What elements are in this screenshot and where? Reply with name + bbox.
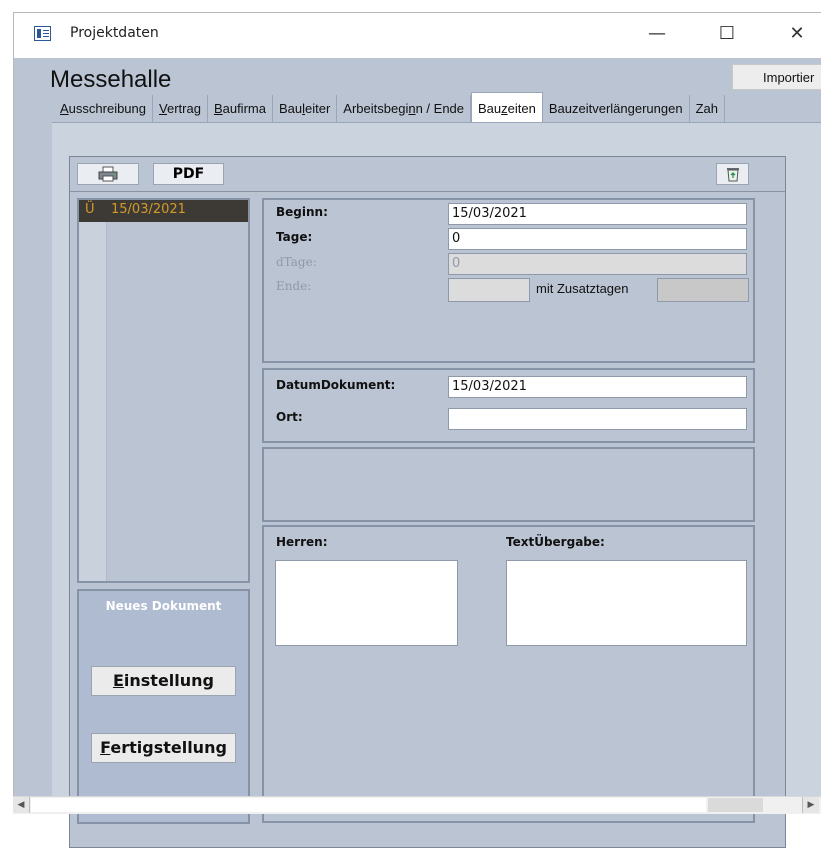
document-section: DatumDokument: 15/03/2021 Ort:: [262, 368, 755, 443]
days-label: Tage:: [276, 230, 313, 244]
tab-zah[interactable]: Zah: [690, 95, 725, 123]
begin-field[interactable]: 15/03/2021: [448, 203, 747, 225]
settings-button[interactable]: Einstellung: [91, 666, 236, 696]
handover-field[interactable]: [506, 560, 747, 646]
tab-vertrag[interactable]: Vertrag: [153, 95, 208, 123]
scroll-left-arrow-icon[interactable]: ◀: [13, 797, 30, 813]
record-marker: Ü: [85, 202, 95, 217]
form-content: Messehalle Importier Ausschreibung Vertr…: [14, 58, 821, 848]
end-label: Ende:: [276, 279, 312, 293]
pdf-button[interactable]: PDF: [153, 163, 224, 185]
tab-panel-bauzeiten: PDF Ü 15/03/2021 Neues Dokument Einstell…: [52, 122, 821, 848]
extra-days-label: mit Zusatztagen: [536, 281, 629, 296]
application-window: Projektdaten — ☐ ✕ Messehalle Importier …: [13, 12, 821, 848]
record-selector-column[interactable]: [79, 200, 107, 581]
scroll-thumb[interactable]: [708, 798, 763, 812]
tab-bar: Ausschreibung Vertrag Baufirma Bauleiter…: [54, 92, 725, 123]
list-item[interactable]: Ü 15/03/2021: [79, 200, 248, 222]
import-button[interactable]: Importier: [732, 64, 821, 90]
close-button[interactable]: ✕: [774, 19, 820, 49]
scroll-right-arrow-icon[interactable]: ▶: [802, 797, 819, 813]
horizontal-scrollbar[interactable]: ◀ ▶: [13, 796, 821, 814]
minimize-button[interactable]: —: [634, 19, 680, 49]
scroll-track[interactable]: [31, 798, 706, 812]
finish-button[interactable]: Fertigstellung: [91, 733, 236, 763]
document-date-label: DatumDokument:: [276, 378, 396, 392]
subform: PDF Ü 15/03/2021 Neues Dokument Einstell…: [69, 156, 786, 848]
dtage-label: dTage:: [276, 255, 317, 269]
new-document-label: Neues Dokument: [105, 599, 222, 613]
text-section: Herren: TextÜbergabe:: [262, 525, 755, 823]
title-bar: Projektdaten — ☐ ✕: [14, 13, 821, 58]
place-label: Ort:: [276, 410, 303, 424]
herren-field[interactable]: [275, 560, 458, 646]
document-actions-panel: Neues Dokument Einstellung Fertigstellun…: [77, 589, 250, 824]
empty-section: [262, 447, 755, 522]
document-list[interactable]: Ü 15/03/2021: [77, 198, 250, 583]
maximize-button[interactable]: ☐: [704, 19, 750, 49]
dtage-field: 0: [448, 253, 747, 275]
end-field: [448, 278, 530, 302]
recycle-bin-icon: [726, 168, 739, 182]
tab-baufirma[interactable]: Baufirma: [208, 95, 273, 123]
extra-days-field: [657, 278, 749, 302]
delete-button[interactable]: [716, 163, 749, 185]
tab-bauzeiten[interactable]: Bauzeiten: [471, 92, 543, 123]
tab-ausschreibung[interactable]: Ausschreibung: [54, 95, 153, 123]
tab-arbeitsbeginn-ende[interactable]: Arbeitsbeginn / Ende: [337, 95, 472, 123]
form-icon: [34, 26, 51, 41]
subform-toolbar: PDF: [70, 157, 785, 192]
tab-bauzeitverlaengerungen[interactable]: Bauzeitverlängerungen: [543, 95, 690, 123]
list-item-date: 15/03/2021: [111, 202, 186, 217]
dates-section: Beginn: 15/03/2021 Tage: 0 dTage: 0 Ende…: [262, 198, 755, 363]
print-button[interactable]: [77, 163, 139, 185]
record-title: Messehalle: [50, 66, 172, 93]
window-title: Projektdaten: [70, 25, 159, 41]
days-field[interactable]: 0: [448, 228, 747, 250]
printer-icon: [98, 166, 118, 182]
place-field[interactable]: [448, 408, 747, 430]
document-date-field[interactable]: 15/03/2021: [448, 376, 747, 398]
begin-label: Beginn:: [276, 205, 328, 219]
tab-bauleiter[interactable]: Bauleiter: [273, 95, 338, 123]
handover-label: TextÜbergabe:: [506, 535, 605, 549]
herren-label: Herren:: [276, 535, 328, 549]
